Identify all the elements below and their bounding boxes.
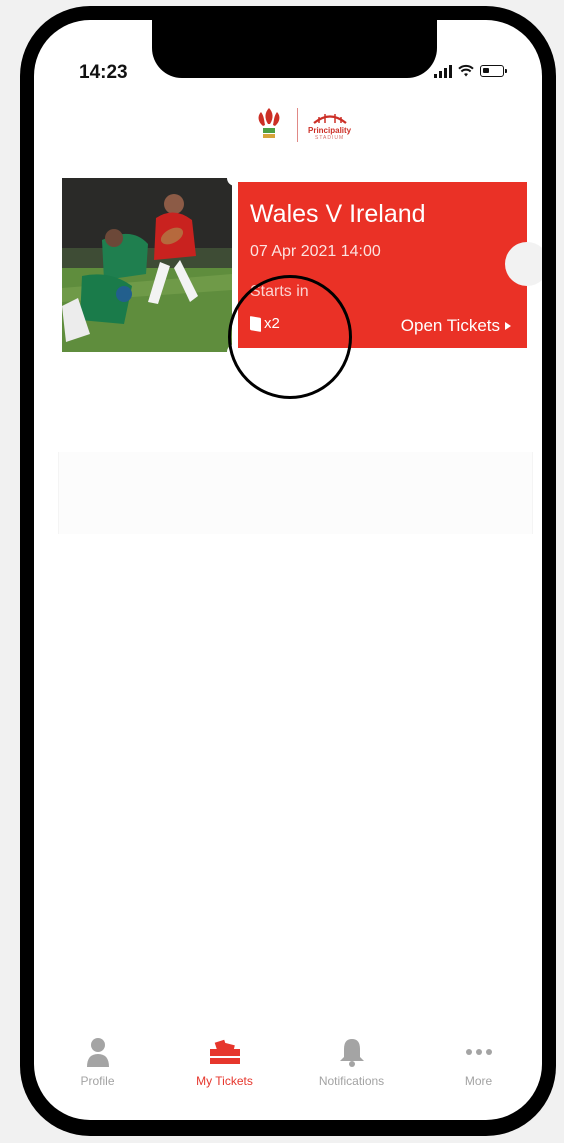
battery-icon	[480, 65, 507, 77]
tab-notifications[interactable]: Notifications	[302, 1036, 402, 1088]
tab-label-notifications: Notifications	[318, 1074, 385, 1088]
more-dots-icon	[465, 1049, 492, 1055]
match-photo	[62, 178, 232, 352]
status-time: 14:23	[79, 62, 128, 83]
event-date: 07 Apr 2021 14:00	[250, 243, 381, 260]
tab-profile[interactable]: Profile	[48, 1036, 148, 1088]
tab-label-my-tickets: My Tickets	[196, 1074, 253, 1088]
bell-icon	[339, 1039, 364, 1067]
logo-wordmark: Principality	[308, 125, 352, 135]
principality-stadium-logo: Principality STADIUM	[308, 110, 351, 141]
wifi-icon	[458, 64, 474, 77]
tab-more[interactable]: More	[429, 1036, 529, 1088]
logo-divider	[297, 108, 298, 142]
event-title: Wales V Ireland	[250, 200, 426, 228]
tab-label-more: More	[464, 1074, 493, 1088]
tickets-icon	[209, 1039, 240, 1064]
device-notch	[152, 20, 437, 78]
logo-subtext: STADIUM	[314, 134, 345, 141]
wru-feathers-logo	[258, 108, 280, 138]
bottom-tab-bar: Profile My Tickets Notifications More	[34, 1036, 542, 1096]
person-icon	[86, 1038, 109, 1067]
stadium-icon	[312, 113, 347, 124]
status-icons	[434, 64, 507, 78]
app-screen: 14:23 Principality STADIUM Wales V Irela…	[34, 20, 542, 1120]
open-tickets-button[interactable]: Open Tickets	[401, 316, 511, 336]
ticket-notch-right	[505, 242, 542, 286]
empty-card-placeholder	[58, 452, 533, 534]
tab-label-profile: Profile	[80, 1074, 115, 1088]
tab-my-tickets[interactable]: My Tickets	[175, 1036, 275, 1088]
play-arrow-icon	[505, 322, 511, 330]
signal-icon	[434, 64, 452, 78]
header-logos: Principality STADIUM	[251, 104, 351, 146]
open-tickets-label: Open Tickets	[400, 316, 500, 335]
annotation-circle	[228, 275, 352, 399]
phone-frame: 14:23 Principality STADIUM Wales V Irela…	[20, 6, 556, 1136]
